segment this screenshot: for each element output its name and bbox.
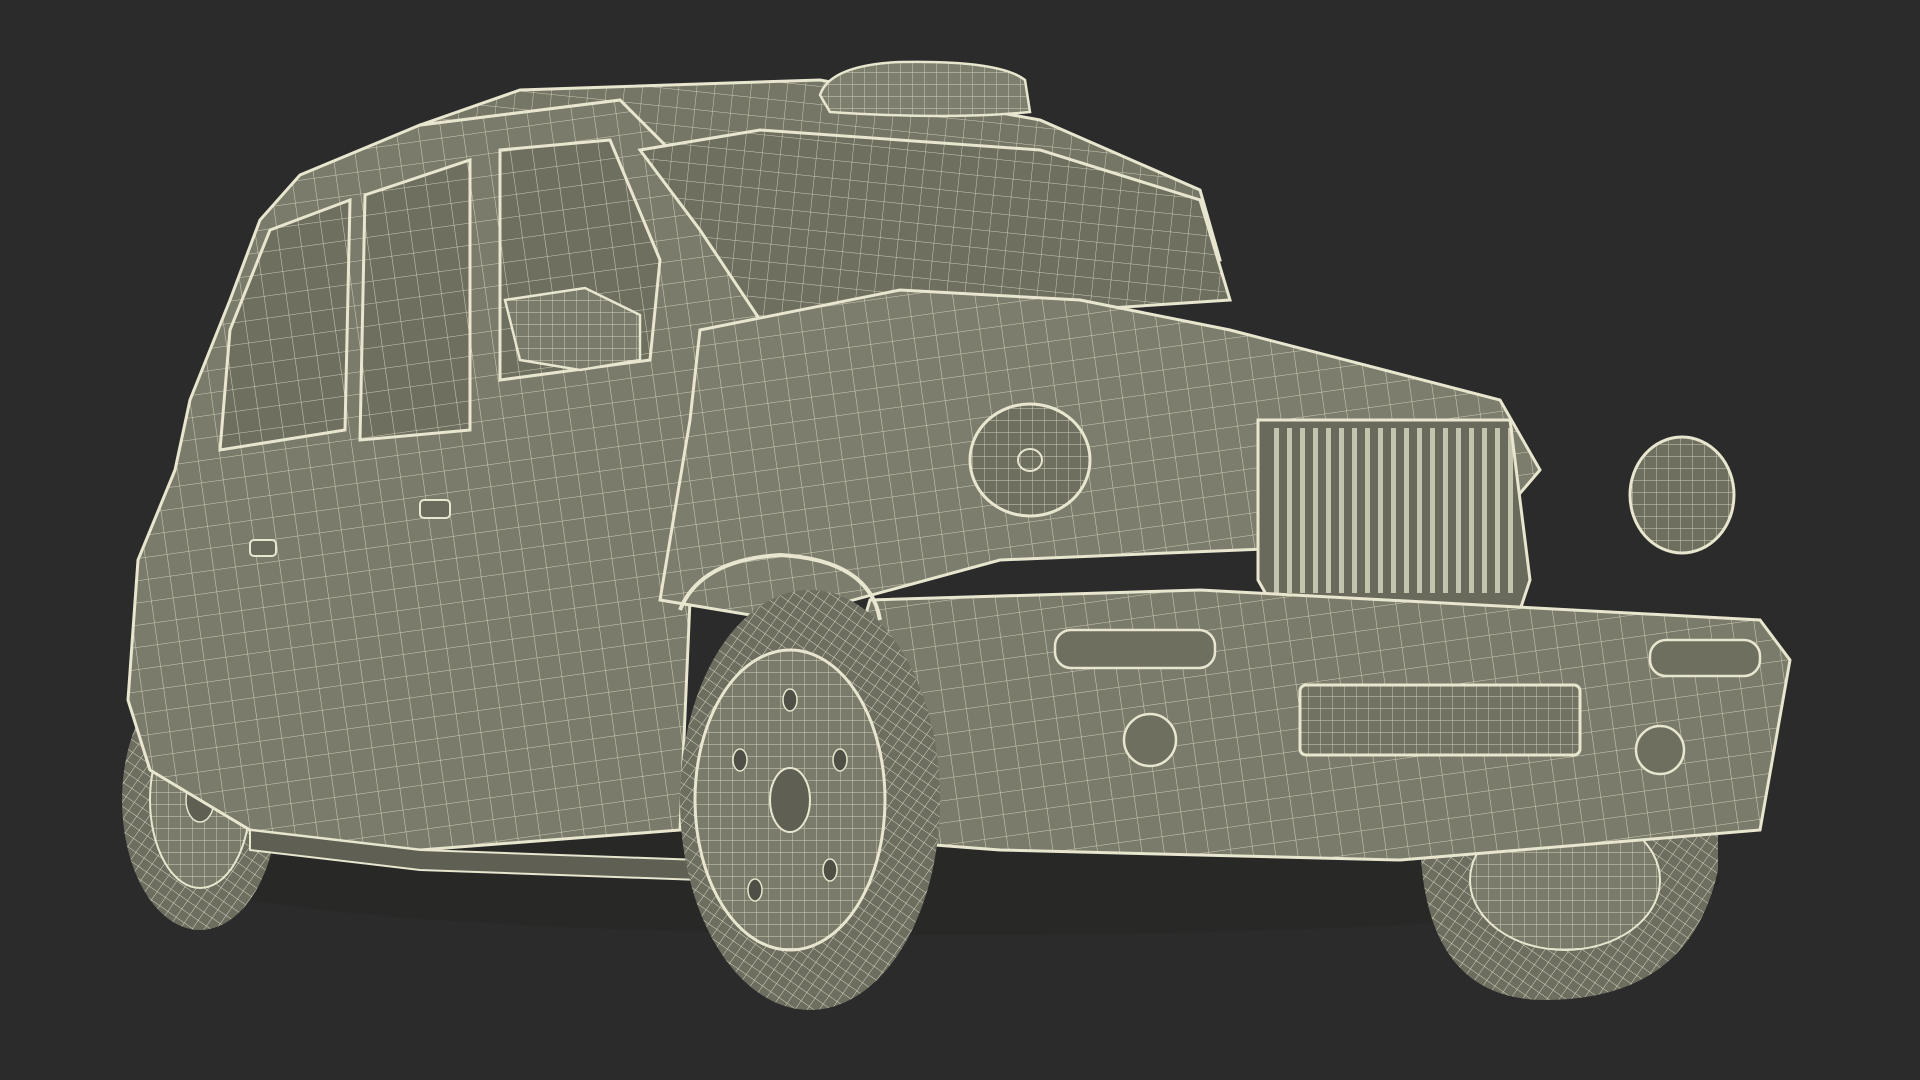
taxi-roof-sign xyxy=(818,60,1032,118)
front-grille xyxy=(1256,418,1532,612)
indicator-left xyxy=(1053,628,1217,670)
fog-light-right xyxy=(1634,724,1686,776)
door-handle-front xyxy=(419,499,451,519)
wireframe-scene xyxy=(122,60,1792,1010)
indicator-right xyxy=(1648,638,1762,678)
front-left-wheel xyxy=(680,590,940,1010)
fog-light-left xyxy=(1122,712,1178,768)
door-handle-rear xyxy=(249,539,277,557)
headlight-right xyxy=(1628,435,1736,555)
license-plate xyxy=(1298,683,1582,757)
render-viewport xyxy=(0,0,1920,1080)
headlight-left xyxy=(968,402,1092,518)
